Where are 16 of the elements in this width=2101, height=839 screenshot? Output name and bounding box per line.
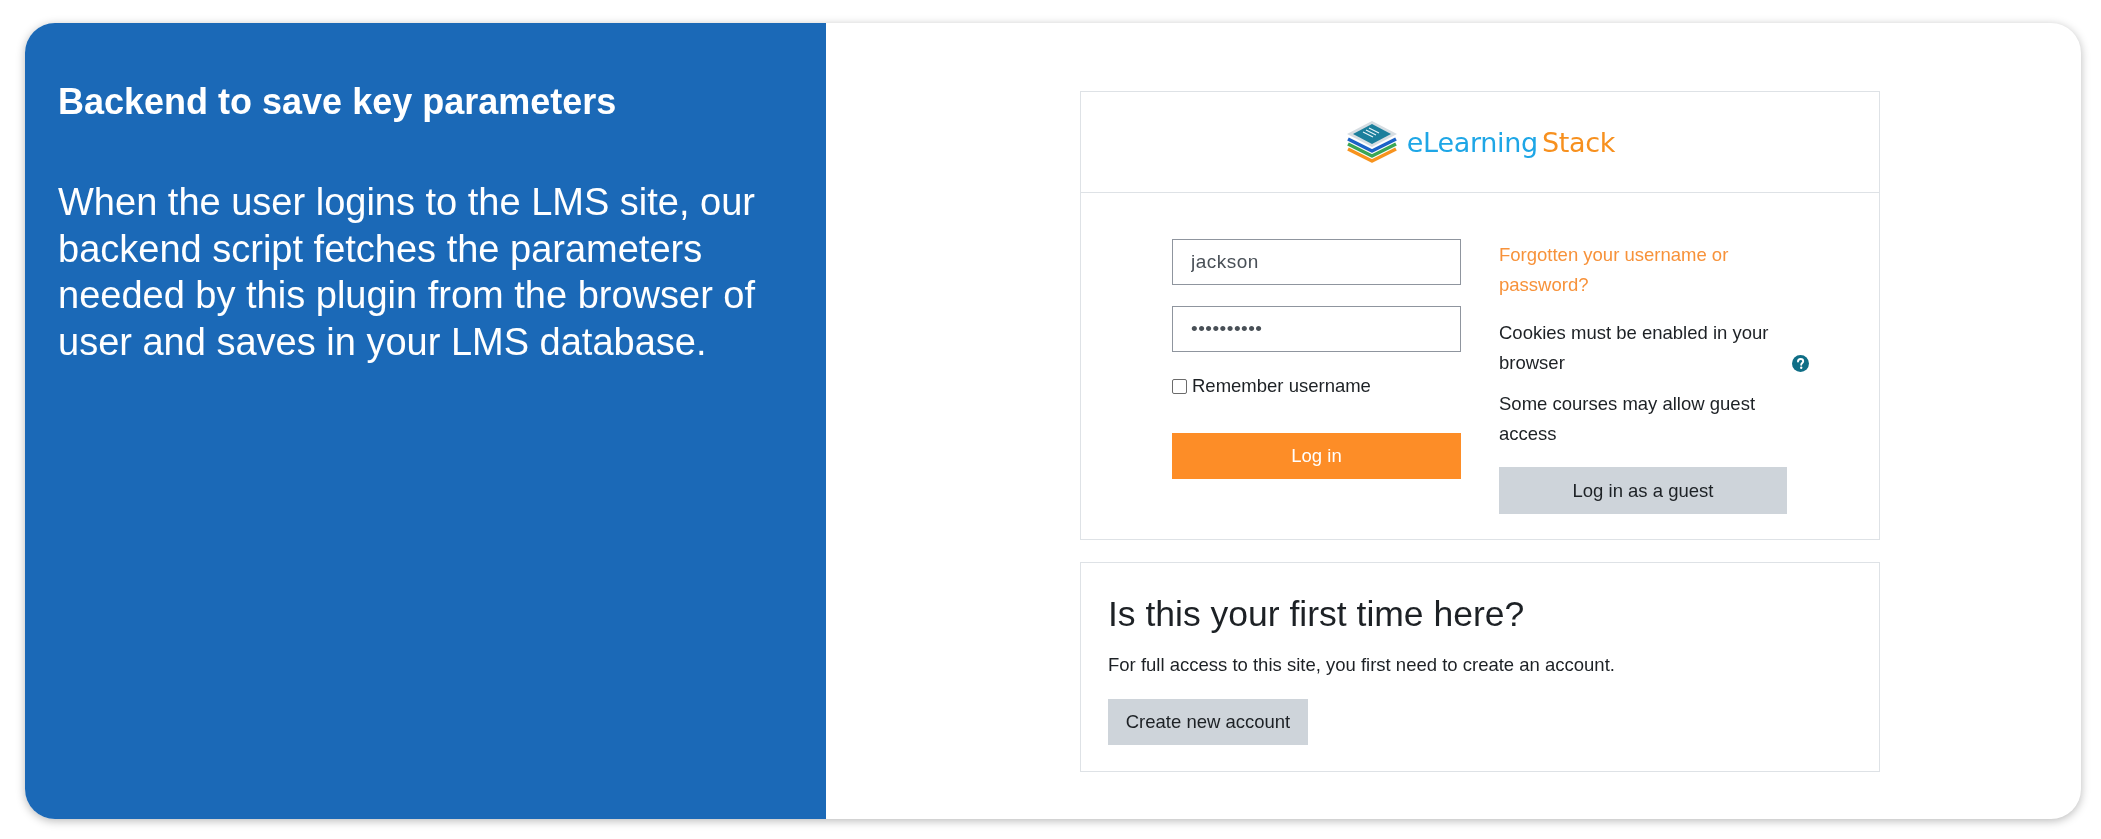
panel-title: Backend to save key parameters xyxy=(58,80,618,124)
guest-note: Some courses may allow guest access xyxy=(1499,392,1757,446)
guest-login-button[interactable]: Log in as a guest xyxy=(1499,467,1787,514)
password-field[interactable]: •••••••••• xyxy=(1172,306,1461,352)
logo-text: eLearning xyxy=(1406,126,1538,158)
help-icon[interactable] xyxy=(1792,355,1809,372)
logo-text: Stack xyxy=(1541,126,1616,158)
username-field[interactable]: jackson xyxy=(1172,239,1461,285)
remember-checkbox[interactable] xyxy=(1172,378,1187,394)
create-account-button[interactable]: Create new account xyxy=(1108,699,1308,745)
remember-label: Remember username xyxy=(1192,374,1371,398)
signup-text: For full access to this site, you first need to create an account. xyxy=(1108,653,1615,677)
cookies-note: Cookies must be enabled in your browser xyxy=(1499,321,1770,375)
logo-icon xyxy=(1344,119,1399,165)
signup-title: Is this your first time here? xyxy=(1108,593,1525,636)
panel-description: When the user logins to the LMS site, our backend script fetches the parameters needed by this plugin from the browser of user and saves in your LMS database. xyxy=(58,180,757,365)
